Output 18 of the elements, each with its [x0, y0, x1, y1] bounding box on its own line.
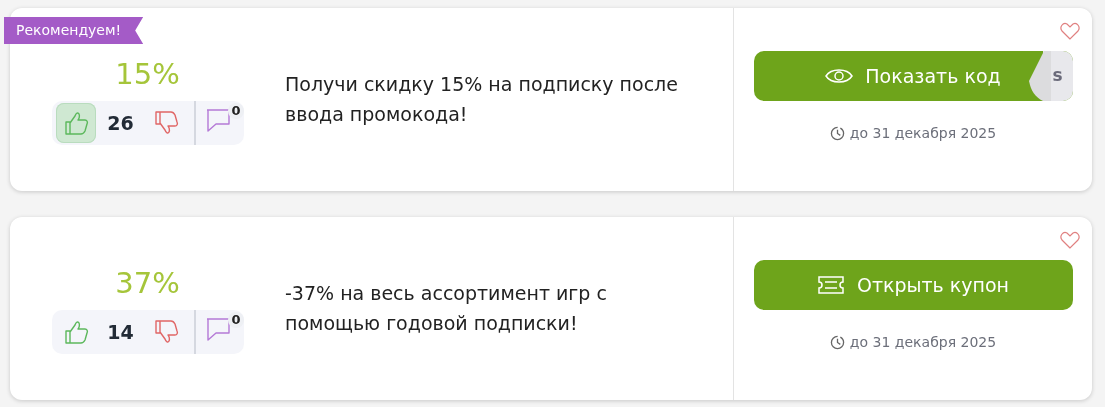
discount-value: 15% — [115, 60, 180, 89]
like-button[interactable] — [55, 103, 96, 143]
clock-icon — [829, 126, 845, 141]
recommended-ribbon: Рекомендуем! — [4, 17, 144, 44]
offer-description: Получи скидку 15% на подписку после ввода промокода! — [285, 72, 679, 127]
page-curl-icon — [1028, 51, 1051, 101]
ticket-icon — [816, 275, 845, 295]
expiry-date: до 31 декабря 2025 — [849, 124, 997, 143]
offer-description: -37% на весь ассортимент игр с помощью годовой подписки! — [285, 281, 608, 336]
clock-icon — [829, 335, 845, 350]
vote-count: 14 — [106, 319, 135, 345]
show-code-button[interactable]: Показать код s — [753, 51, 1073, 101]
discount-value: 37% — [115, 269, 180, 298]
eye-icon — [825, 67, 854, 85]
expiry-date: до 31 декабря 2025 — [849, 333, 997, 352]
comment-count: 0 — [228, 103, 244, 119]
vote-count: 26 — [106, 110, 135, 136]
comment-count: 0 — [228, 312, 244, 328]
